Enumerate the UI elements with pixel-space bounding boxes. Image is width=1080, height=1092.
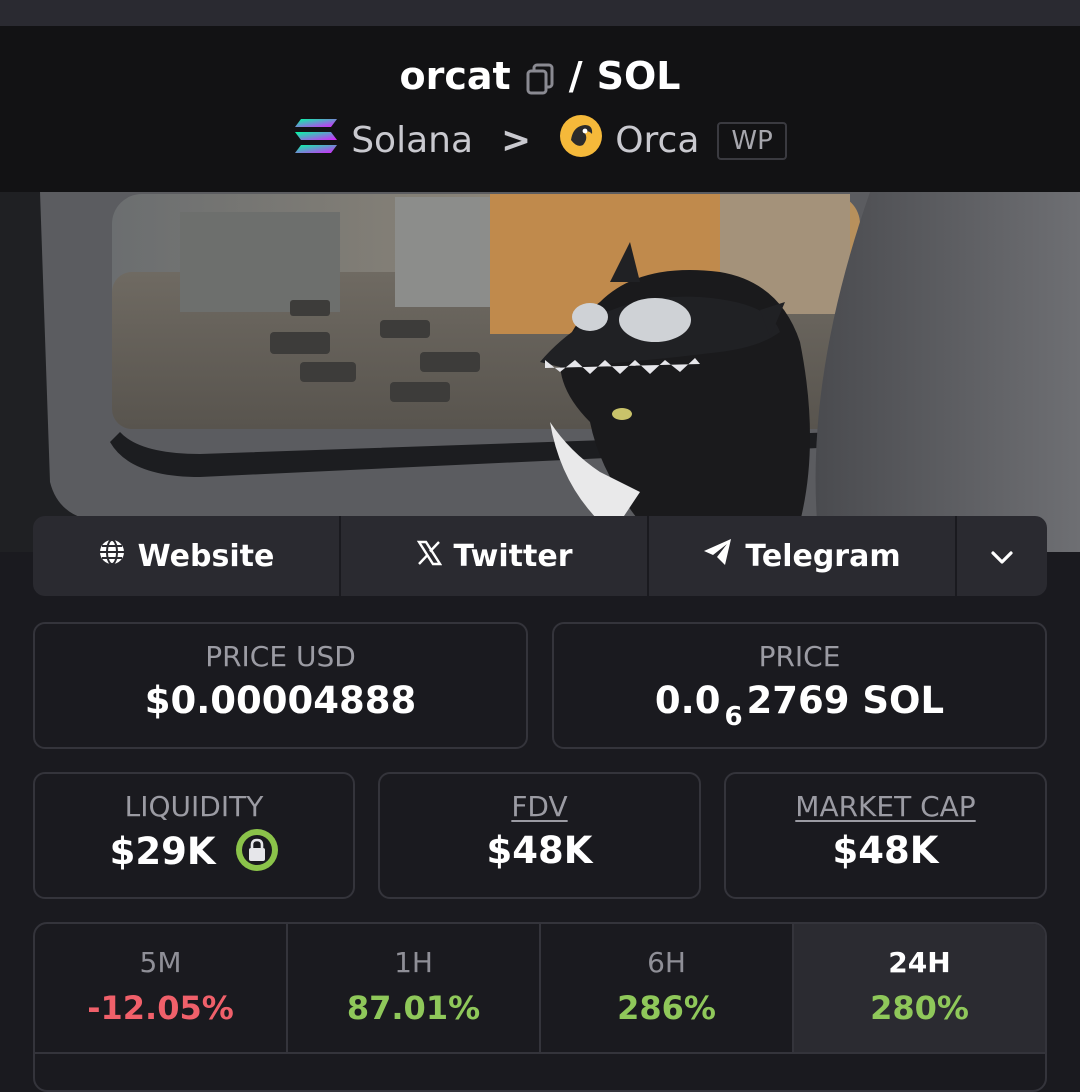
dex-name[interactable]: Orca <box>615 120 699 161</box>
tab-24h[interactable]: 24H 280% <box>794 924 1045 1052</box>
banner-image <box>0 192 1080 552</box>
tab-6h[interactable]: 6H 286% <box>541 924 794 1052</box>
telegram-icon <box>703 538 733 574</box>
tab-6h-change: 286% <box>617 989 716 1027</box>
liquidity-label: LIQUIDITY <box>124 790 264 823</box>
market-cap-card: MARKET CAP $48K <box>724 772 1047 899</box>
tab-24h-change: 280% <box>870 989 969 1027</box>
price-native-value: 0.0 6 2769 SOL <box>554 679 1045 732</box>
liquidity-value: $29K <box>109 830 216 873</box>
pair-header: orcat / SOL Solana > Orca WP <box>0 26 1080 192</box>
timeframe-changes: 5M -12.05% 1H 87.01% 6H 286% 24H 280% <box>33 922 1047 1092</box>
price-usd-value: $0.00004888 <box>144 679 417 722</box>
price-native-prefix: 0.0 <box>654 679 721 722</box>
liquidity-value-row: $29K <box>35 829 353 873</box>
quote-symbol: SOL <box>596 54 681 98</box>
lock-icon[interactable] <box>236 829 279 871</box>
more-links-button[interactable] <box>957 516 1047 596</box>
telegram-link[interactable]: Telegram <box>649 516 957 596</box>
chevron-down-icon <box>990 539 1014 574</box>
price-usd-card: PRICE USD $0.00004888 <box>33 622 528 749</box>
pair-separator: / <box>568 54 583 98</box>
tab-1h-label: 1H <box>394 946 433 979</box>
price-zero-count: 6 <box>724 702 743 732</box>
website-label: Website <box>137 538 275 574</box>
tab-1h[interactable]: 1H 87.01% <box>288 924 541 1052</box>
price-native-card: PRICE 0.0 6 2769 SOL <box>552 622 1047 749</box>
fdv-label[interactable]: FDV <box>380 790 699 823</box>
tab-5m-change: -12.05% <box>87 989 234 1027</box>
top-strip <box>0 0 1080 26</box>
globe-icon <box>98 538 126 574</box>
pair-title: orcat / SOL <box>0 54 1080 98</box>
solana-logo-icon <box>293 117 339 164</box>
tab-5m[interactable]: 5M -12.05% <box>35 924 288 1052</box>
price-native-label: PRICE <box>758 640 841 673</box>
fdv-card: FDV $48K <box>378 772 701 899</box>
wp-badge: WP <box>717 121 787 160</box>
token-symbol[interactable]: orcat <box>400 54 511 98</box>
market-cap-label[interactable]: MARKET CAP <box>726 790 1045 823</box>
x-logo-icon <box>416 539 442 574</box>
website-link[interactable]: Website <box>33 516 341 596</box>
twitter-link[interactable]: Twitter <box>341 516 649 596</box>
liquidity-card: LIQUIDITY $29K <box>33 772 355 899</box>
chain-name[interactable]: Solana <box>351 120 473 161</box>
tab-1h-change: 87.01% <box>346 989 481 1027</box>
twitter-label: Twitter <box>453 538 573 574</box>
price-native-rest: 2769 SOL <box>746 679 945 722</box>
market-cap-value: $48K <box>832 829 939 872</box>
social-links-bar: Website Twitter Telegram <box>33 516 1047 596</box>
price-usd-label: PRICE USD <box>205 640 356 673</box>
tab-5m-label: 5M <box>139 946 182 979</box>
orca-logo-icon <box>559 114 603 167</box>
tab-6h-label: 6H <box>647 946 686 979</box>
breadcrumb-chevron-icon: > <box>501 120 532 161</box>
telegram-label: Telegram <box>745 538 901 574</box>
tab-24h-label: 24H <box>888 946 951 979</box>
chain-breadcrumb: Solana > Orca WP <box>0 114 1080 167</box>
copy-icon[interactable] <box>525 60 555 95</box>
fdv-value: $48K <box>486 829 593 872</box>
